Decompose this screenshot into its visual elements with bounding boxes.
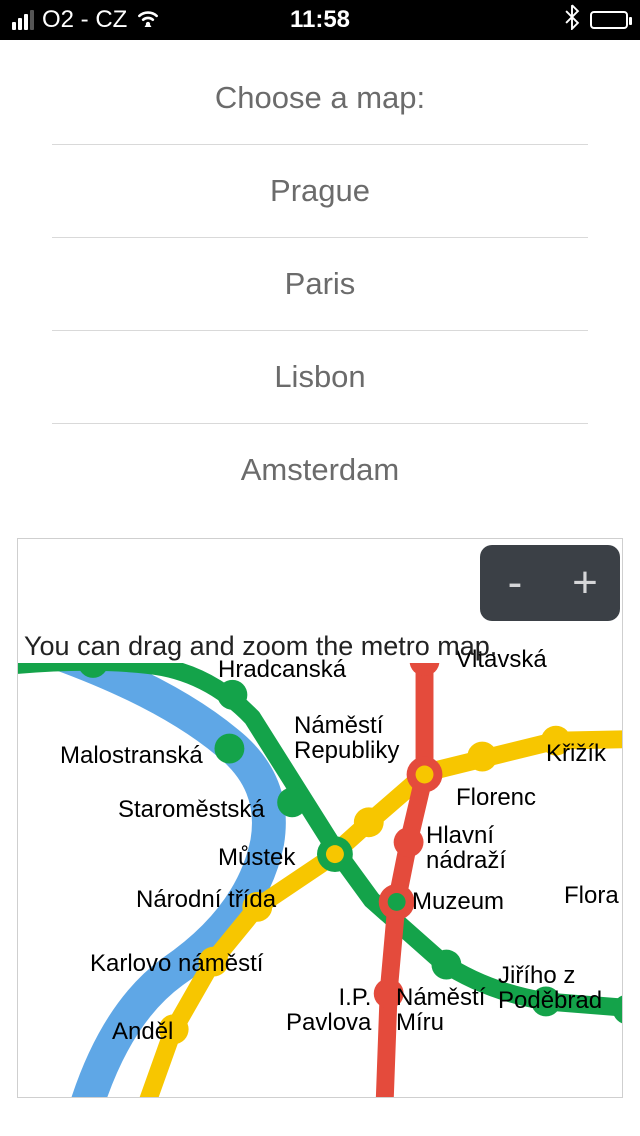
- picker-item-prague[interactable]: Prague: [52, 145, 588, 238]
- label-ip-pavlova: I.P. Pavlova: [286, 985, 371, 1035]
- station-florenc-core: [416, 766, 434, 784]
- zoom-in-button[interactable]: +: [550, 545, 620, 621]
- station-dot: [217, 680, 247, 710]
- label-muzeum: Muzeum: [412, 889, 504, 914]
- station-dot: [277, 787, 307, 817]
- label-florenc: Florenc: [456, 785, 536, 810]
- label-nam-miru: Náměstí Míru: [396, 985, 485, 1035]
- picker-item-paris[interactable]: Paris: [52, 238, 588, 331]
- label-malostranska: Malostranská: [60, 743, 203, 768]
- station-dot: [214, 734, 244, 764]
- status-bar: O2 - CZ 11:58: [0, 0, 640, 40]
- label-nam-rep: Náměstí Republiky: [294, 713, 399, 763]
- label-andel: Anděl: [112, 1019, 173, 1044]
- station-dot: [394, 827, 424, 857]
- label-jiriho: Jiřího z Poděbrad: [498, 963, 602, 1013]
- picker-item-lisbon[interactable]: Lisbon: [52, 331, 588, 424]
- label-flora: Flora: [564, 883, 619, 908]
- station-mustek-core: [326, 845, 344, 863]
- station-dot: [410, 663, 440, 676]
- station-dot: [354, 807, 384, 837]
- label-hlavni: Hlavní nádraží: [426, 823, 506, 873]
- label-krizik: Křižík: [546, 741, 606, 766]
- label-narodni: Národní třída: [136, 887, 276, 912]
- map-hint: You can drag and zoom the metro map.: [24, 631, 616, 662]
- label-karlovo: Karlovo náměstí: [90, 951, 263, 976]
- station-dot: [467, 742, 497, 772]
- city-picker: Choose a map: Prague Paris Lisbon Amster…: [52, 52, 588, 516]
- zoom-controls: - +: [480, 545, 620, 621]
- label-staromestska: Staroměstská: [118, 797, 265, 822]
- picker-item-amsterdam[interactable]: Amsterdam: [52, 424, 588, 516]
- station-dot: [431, 950, 461, 980]
- station-muzeum-core: [388, 893, 406, 911]
- map-panel: - + You can drag and zoom the metro map.: [17, 538, 623, 1098]
- metro-map[interactable]: Hradcanská Malostranská Staroměstská Můs…: [18, 663, 622, 1097]
- battery-icon: [590, 11, 628, 29]
- zoom-out-button[interactable]: -: [480, 545, 550, 621]
- clock: 11:58: [0, 6, 640, 34]
- label-mustek: Můstek: [218, 845, 295, 870]
- picker-title: Choose a map:: [52, 52, 588, 145]
